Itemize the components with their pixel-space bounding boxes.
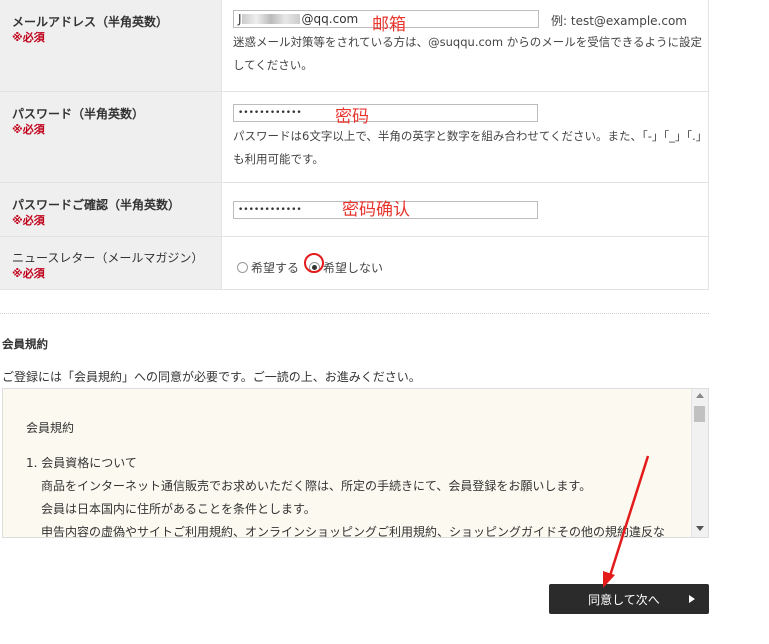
email-required: ※必須 bbox=[12, 31, 45, 44]
terms-content: 会員規約 1. 会員資格について 商品をインターネット通信販売でお求めいただく際… bbox=[26, 417, 666, 538]
email-redacted bbox=[241, 14, 300, 24]
terms-item-1-line-1: 商品をインターネット通信販売でお求めいただく際は、所定の手続きにて、会員登録をお… bbox=[41, 479, 592, 493]
highlight-circle bbox=[304, 253, 325, 273]
newsletter-option-no[interactable]: 希望しない bbox=[304, 253, 384, 276]
scroll-up-arrow-icon[interactable] bbox=[696, 393, 704, 398]
radio-yes[interactable] bbox=[237, 262, 248, 273]
newsletter-label: ニュースレター（メールマガジン） bbox=[12, 251, 204, 265]
terms-scroll-box[interactable]: 会員規約 1. 会員資格について 商品をインターネット通信販売でお求めいただく際… bbox=[2, 388, 709, 538]
email-row: メールアドレス（半角英数） ※必須 J @qq.com 例: test@exam… bbox=[0, 0, 709, 92]
terms-item-1-line-3: 申告内容の虚偽やサイトご利用規約、オンラインショッピングご利用規約、ショッピング… bbox=[41, 525, 666, 538]
terms-notice: ご登録には「会員規約」への同意が必要です。ご一読の上、お進みください。 bbox=[2, 370, 421, 384]
play-arrow-icon bbox=[689, 595, 695, 603]
scroll-thumb[interactable] bbox=[694, 406, 705, 422]
registration-form: メールアドレス（半角英数） ※必須 J @qq.com 例: test@exam… bbox=[0, 0, 709, 290]
newsletter-row: ニュースレター（メールマガジン） ※必須 希望する 希望しない bbox=[0, 237, 709, 290]
password-input[interactable]: •••••••••••• bbox=[233, 104, 538, 122]
terms-section-title: 会員規約 bbox=[2, 337, 48, 351]
password-confirm-label-cell: パスワードご確認（半角英数） ※必須 bbox=[0, 183, 222, 236]
newsletter-label-cell: ニュースレター（メールマガジン） ※必須 bbox=[0, 237, 222, 289]
password-help: パスワードは6文字以上で、半角の英字と数字を組み合わせてください。また、「-」「… bbox=[233, 129, 702, 166]
terms-scrollbar[interactable] bbox=[691, 389, 708, 537]
scroll-down-arrow-icon[interactable] bbox=[696, 526, 704, 531]
email-input[interactable]: J @qq.com bbox=[233, 10, 539, 28]
agree-next-button[interactable]: 同意して次へ bbox=[549, 584, 709, 614]
password-row: パスワード（半角英数） ※必須 •••••••••••• パスワードは6文字以上… bbox=[0, 92, 709, 183]
terms-box-title: 会員規約 bbox=[26, 421, 75, 435]
email-example: 例: test@example.com bbox=[551, 14, 687, 28]
password-confirm-value-cell: •••••••••••• 密码确认 bbox=[222, 183, 709, 236]
password-required: ※必須 bbox=[12, 123, 45, 136]
terms-item-1-title: 1. 会員資格について bbox=[26, 456, 137, 470]
terms-item-1-line-2: 会員は日本国内に住所があることを条件とします。 bbox=[41, 502, 316, 516]
newsletter-required: ※必須 bbox=[12, 267, 45, 280]
email-value-suffix: @qq.com bbox=[301, 12, 359, 26]
newsletter-option-yes-label: 希望する bbox=[251, 261, 300, 275]
email-value-cell: J @qq.com 例: test@example.com 迷惑メール対策等をさ… bbox=[222, 0, 709, 91]
password-confirm-required: ※必須 bbox=[12, 214, 45, 227]
newsletter-radio-group: 希望する 希望しない bbox=[237, 247, 708, 276]
password-confirm-row: パスワードご確認（半角英数） ※必須 •••••••••••• 密码确认 bbox=[0, 183, 709, 237]
password-label-cell: パスワード（半角英数） ※必須 bbox=[0, 92, 222, 182]
email-label: メールアドレス（半角英数） bbox=[12, 15, 169, 29]
agree-next-label: 同意して次へ bbox=[588, 592, 660, 607]
password-confirm-input[interactable]: •••••••••••• bbox=[233, 201, 538, 219]
password-label: パスワード（半角英数） bbox=[12, 107, 145, 121]
newsletter-option-yes[interactable]: 希望する bbox=[237, 259, 299, 276]
email-label-cell: メールアドレス（半角英数） ※必須 bbox=[0, 0, 222, 91]
password-confirm-label: パスワードご確認（半角英数） bbox=[12, 198, 181, 212]
section-divider bbox=[0, 313, 709, 314]
password-value-cell: •••••••••••• パスワードは6文字以上で、半角の英字と数字を組み合わせ… bbox=[222, 92, 709, 182]
email-help: 迷惑メール対策等をされている方は、@suqqu.com からのメールを受信できる… bbox=[233, 35, 702, 72]
newsletter-option-no-label: 希望しない bbox=[323, 261, 384, 275]
newsletter-value-cell: 希望する 希望しない bbox=[222, 237, 709, 289]
